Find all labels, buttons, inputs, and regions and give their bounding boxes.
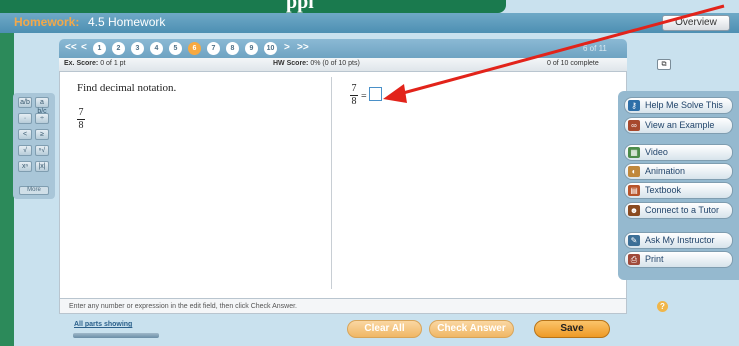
tutor-icon: ☻ <box>628 205 640 216</box>
animation-icon: ◐ <box>628 166 640 177</box>
question-2-button[interactable]: 2 <box>112 42 125 55</box>
help-me-solve-this-button[interactable]: ⚷ Help Me Solve This <box>624 97 733 114</box>
square-root-tool[interactable]: √ <box>18 145 32 156</box>
exponent-tool[interactable]: xⁿ <box>18 161 32 172</box>
ask-my-instructor-label: Ask My Instructor <box>645 235 715 245</box>
answer-fraction: 7 8 <box>350 84 358 107</box>
question-5-button[interactable]: 5 <box>169 42 182 55</box>
question-6-button[interactable]: 6 <box>188 42 201 55</box>
connect-to-tutor-label: Connect to a Tutor <box>645 205 720 215</box>
animation-button[interactable]: ◐ Animation <box>624 163 733 180</box>
banner-text: ppl <box>286 0 314 13</box>
video-label: Video <box>645 147 668 157</box>
top-banner: ppl <box>0 0 506 13</box>
book-icon: ▤ <box>628 185 640 196</box>
previous-question-button[interactable]: < <box>81 42 87 53</box>
footer-hint-bar: Enter any number or expression in the ed… <box>59 298 668 314</box>
question-fraction: 7 8 <box>77 108 85 131</box>
view-an-example-label: View an Example <box>645 120 715 130</box>
homework-label: Homework: <box>14 15 80 29</box>
mixed-number-tool[interactable]: a b/c <box>35 97 49 115</box>
key-icon: ⚷ <box>628 100 640 111</box>
more-tools-button[interactable]: More <box>19 186 49 195</box>
question-navigation: << < 1 2 3 4 5 6 7 8 9 10 > >> 6 of 11 <box>59 39 627 58</box>
binoculars-icon: ∞ <box>628 120 640 131</box>
answer-denominator: 8 <box>351 96 357 107</box>
overview-button[interactable]: Overview <box>662 15 730 31</box>
fraction-numerator: 7 <box>78 107 84 118</box>
last-question-button[interactable]: >> <box>297 42 309 53</box>
assignment-title: 4.5 Homework <box>88 15 166 29</box>
connect-to-tutor-button[interactable]: ☻ Connect to a Tutor <box>624 202 733 219</box>
ask-my-instructor-button[interactable]: ✎ Ask My Instructor <box>624 232 733 249</box>
score-bar: Ex. Score: 0 of 1 pt HW Score: 0% (0 of … <box>59 58 671 72</box>
complete-count: 0 of 10 complete <box>547 60 599 67</box>
left-green-frame <box>0 0 14 346</box>
absolute-value-tool[interactable]: |x| <box>35 161 49 172</box>
next-question-button[interactable]: > <box>284 42 290 53</box>
ex-score-value: 0 of 1 pt <box>100 60 126 67</box>
printer-icon: ⎙ <box>628 254 640 265</box>
greater-equal-tool[interactable]: ≥ <box>35 129 49 140</box>
nth-root-tool[interactable]: ⁿ√ <box>35 145 49 156</box>
first-question-button[interactable]: << <box>65 42 77 53</box>
instructor-icon: ✎ <box>628 235 640 246</box>
question-9-button[interactable]: 9 <box>245 42 258 55</box>
page-indicator: 6 of 11 <box>583 44 607 53</box>
print-label: Print <box>645 254 664 264</box>
textbook-label: Textbook <box>645 185 682 195</box>
question-4-button[interactable]: 4 <box>150 42 163 55</box>
question-1-button[interactable]: 1 <box>93 42 106 55</box>
footer-hint: Enter any number or expression in the ed… <box>69 303 298 310</box>
clear-all-button[interactable]: Clear All <box>347 320 422 338</box>
parts-showing-link[interactable]: All parts showing <box>74 321 132 328</box>
film-icon: ▦ <box>628 147 640 158</box>
equals-sign: = <box>361 91 367 102</box>
ex-score-label: Ex. Score: <box>64 60 99 67</box>
textbook-button[interactable]: ▤ Textbook <box>624 182 733 199</box>
check-answer-button[interactable]: Check Answer <box>429 320 514 338</box>
less-than-tool[interactable]: < <box>18 129 32 140</box>
expand-icon[interactable]: ⧉ <box>657 59 671 70</box>
question-8-button[interactable]: 8 <box>226 42 239 55</box>
math-tools-palette: a/b a b/c · ÷ < ≥ √ ⁿ√ xⁿ |x| More <box>13 93 55 199</box>
view-an-example-button[interactable]: ∞ View an Example <box>624 117 733 134</box>
help-icon[interactable]: ? <box>657 301 668 312</box>
save-button[interactable]: Save <box>534 320 610 338</box>
divide-tool[interactable]: ÷ <box>35 113 49 124</box>
multiply-tool[interactable]: · <box>18 113 32 124</box>
question-instruction: Find decimal notation. <box>77 82 177 94</box>
question-panel <box>59 72 627 298</box>
homework-score: HW Score: 0% (0 of 10 pts) <box>273 60 360 67</box>
exercise-score: Ex. Score: 0 of 1 pt <box>64 60 126 67</box>
answer-input[interactable] <box>369 87 382 101</box>
animation-label: Animation <box>645 166 686 176</box>
print-button[interactable]: ⎙ Print <box>624 251 733 268</box>
hw-score-value: 0% (0 of 10 pts) <box>310 60 360 67</box>
help-me-solve-this-label: Help Me Solve This <box>645 100 723 110</box>
answer-numerator: 7 <box>351 83 357 94</box>
question-7-button[interactable]: 7 <box>207 42 220 55</box>
parts-progress-bar <box>73 333 159 338</box>
fraction-tool[interactable]: a/b <box>18 97 32 108</box>
question-3-button[interactable]: 3 <box>131 42 144 55</box>
question-10-button[interactable]: 10 <box>264 42 277 55</box>
video-button[interactable]: ▦ Video <box>624 144 733 161</box>
fraction-denominator: 8 <box>78 120 84 131</box>
panel-divider <box>331 77 332 289</box>
hw-score-label: HW Score: <box>273 60 309 67</box>
